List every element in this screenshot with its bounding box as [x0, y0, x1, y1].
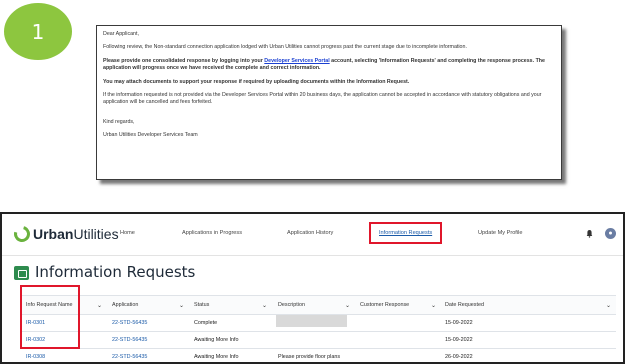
email-signoff: Kind regards, [103, 118, 135, 125]
chevron-down-icon[interactable]: ⌄ [97, 296, 102, 314]
column-header-customer-response[interactable]: Customer Response [360, 296, 409, 314]
status-cell: Complete [194, 320, 218, 326]
column-header-status[interactable]: Status [194, 296, 209, 314]
bell-icon[interactable] [586, 229, 593, 238]
info-request-name-highlight-box [20, 285, 80, 349]
application-link[interactable]: 22-STD-56435 [112, 349, 147, 362]
chevron-down-icon[interactable]: ⌄ [606, 296, 611, 314]
status-cell: Awaiting More Info [194, 337, 239, 343]
email-signature: Urban Utilities Developer Services Team [103, 132, 198, 139]
description-cell: Please provide floor plans [278, 354, 341, 360]
email-notification-panel: Dear Applicant, Following review, the No… [96, 25, 562, 180]
logo-swirl-icon [11, 223, 33, 245]
logo-text-urban: Urban [33, 226, 74, 242]
page-title: Information Requests [35, 263, 196, 281]
nav-application-history[interactable]: Application History [287, 230, 333, 236]
email-paragraph-2: Please provide one consolidated response… [103, 58, 555, 73]
portal-screenshot: Urban Utilities Home Applications in Prog… [0, 212, 625, 364]
user-avatar-icon[interactable]: ● [605, 228, 616, 239]
table-row[interactable]: IR-0302 22-STD-56435 Awaiting More Info … [20, 332, 616, 349]
date-requested-cell: 15-09-2022 [445, 320, 473, 326]
chevron-down-icon[interactable]: ⌄ [179, 296, 184, 314]
info-request-name-link[interactable]: IR-0308 [26, 349, 45, 362]
chevron-down-icon[interactable]: ⌄ [431, 296, 436, 314]
application-link[interactable]: 22-STD-56435 [112, 332, 147, 348]
nav-applications-in-progress[interactable]: Applications in Progress [182, 230, 242, 236]
email-greeting: Dear Applicant, [103, 31, 139, 37]
urban-utilities-logo[interactable]: Urban Utilities [11, 223, 119, 245]
chevron-down-icon[interactable]: ⌄ [262, 296, 267, 314]
date-requested-cell: 26-09-2022 [445, 354, 473, 360]
information-requests-table: Info Request Name ⌄ Application ⌄ Status… [20, 295, 616, 362]
application-link[interactable]: 22-STD-56435 [112, 315, 147, 331]
information-requests-highlight-box [369, 222, 442, 244]
developer-services-portal-link[interactable]: Developer Services Portal [264, 58, 329, 64]
column-header-description[interactable]: Description [278, 296, 305, 314]
table-row[interactable]: IR-0308 22-STD-56435 Awaiting More Info … [20, 349, 616, 362]
top-navigation-bar: Urban Utilities Home Applications in Prog… [2, 214, 623, 256]
column-header-application[interactable]: Application [112, 296, 138, 314]
email-paragraph-4: If the information requested is not prov… [103, 92, 542, 106]
nav-update-my-profile[interactable]: Update My Profile [478, 230, 522, 236]
step-number-badge: 1 [4, 3, 72, 60]
email-paragraph-3: You may attach documents to support your… [103, 78, 410, 85]
date-requested-cell: 15-09-2022 [445, 337, 473, 343]
status-cell: Awaiting More Info [194, 354, 239, 360]
chevron-down-icon[interactable]: ⌄ [345, 296, 350, 314]
column-header-date-requested[interactable]: Date Requested [445, 296, 484, 314]
information-requests-section-icon [14, 266, 29, 280]
email-paragraph-1: Following review, the Non-standard conne… [103, 44, 467, 51]
table-row[interactable]: IR-0301 22-STD-56435 Complete 15-09-2022 [20, 315, 616, 332]
table-header-row: Info Request Name ⌄ Application ⌄ Status… [20, 295, 616, 315]
nav-home[interactable]: Home [120, 230, 135, 236]
logo-text-utilities: Utilities [73, 226, 119, 242]
email-paragraph-2-start: Please provide one consolidated response… [103, 57, 265, 64]
